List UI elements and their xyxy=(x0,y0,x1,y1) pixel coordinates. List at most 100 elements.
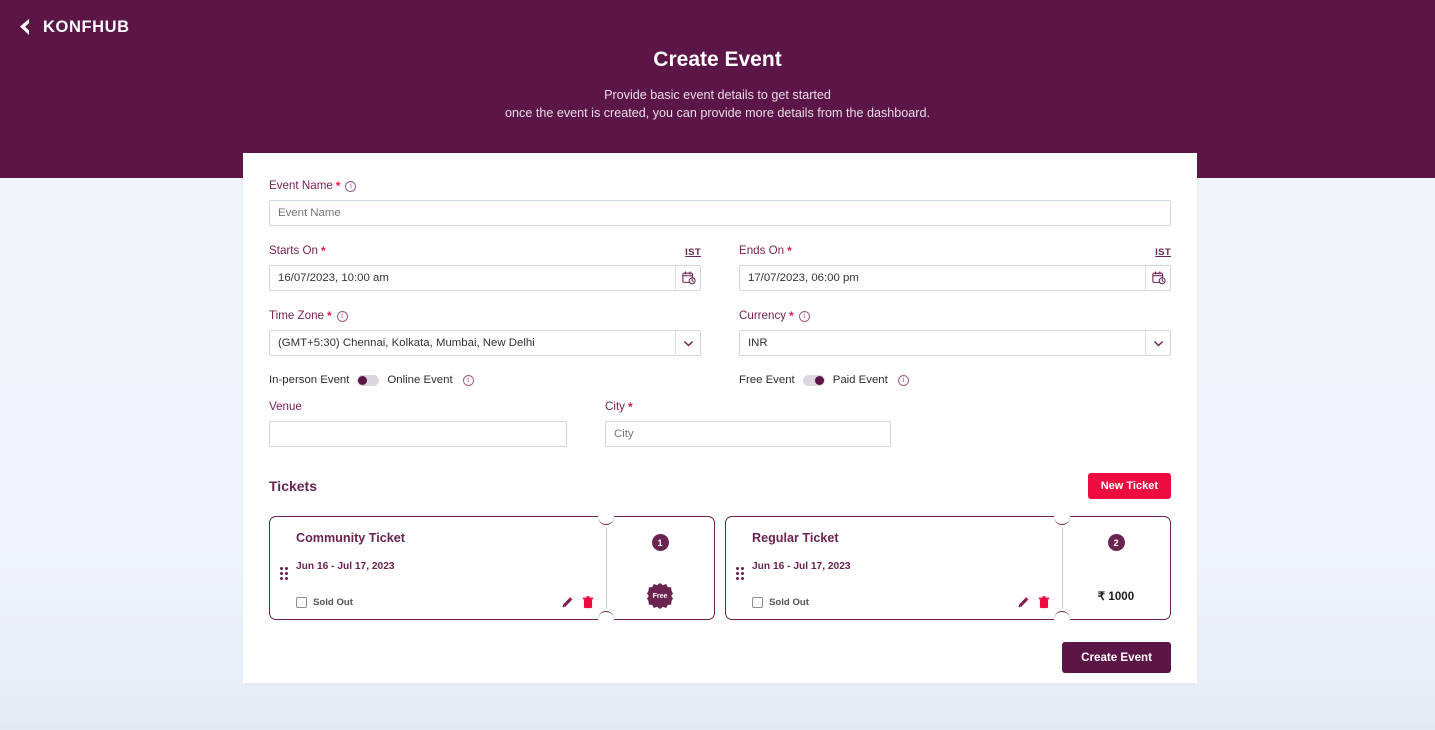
timezone-currency-row: Time Zone * i (GMT+5:30) Chennai, Kolkat… xyxy=(269,309,1171,356)
currency-select[interactable]: INR xyxy=(739,330,1171,356)
info-icon[interactable]: i xyxy=(798,310,810,322)
calendar-clock-icon[interactable] xyxy=(1145,265,1171,291)
ticket-free-badge: Free xyxy=(647,583,673,609)
sold-out-checkbox[interactable] xyxy=(296,597,307,608)
venue-city-row: Venue City * xyxy=(269,400,1171,447)
info-icon[interactable]: i xyxy=(336,310,348,322)
ends-on-field-group: Ends On * IST 17/07/2023, 06:00 pm xyxy=(739,244,1171,291)
required-marker: * xyxy=(335,179,341,193)
event-name-label-text: Event Name xyxy=(269,179,333,192)
venue-input[interactable] xyxy=(269,421,567,447)
page-subtitle-line1: Provide basic event details to get start… xyxy=(604,88,831,102)
sold-out-label: Sold Out xyxy=(769,597,809,608)
calendar-clock-icon[interactable] xyxy=(675,265,701,291)
venue-label-text: Venue xyxy=(269,400,302,413)
create-event-button[interactable]: Create Event xyxy=(1062,642,1171,673)
chevron-down-icon[interactable] xyxy=(675,330,701,356)
time-zone-select[interactable]: (GMT+5:30) Chennai, Kolkata, Mumbai, New… xyxy=(269,330,701,356)
toggle-knob xyxy=(358,375,368,385)
required-marker: * xyxy=(320,244,326,258)
required-marker: * xyxy=(787,244,792,258)
new-ticket-button[interactable]: New Ticket xyxy=(1087,473,1171,499)
ticket-actions xyxy=(561,596,594,609)
starts-on-input[interactable]: 16/07/2023, 10:00 am xyxy=(269,265,701,291)
sold-out-label: Sold Out xyxy=(313,597,353,608)
starts-on-timezone-badge[interactable]: IST xyxy=(685,247,701,258)
chevron-down-icon[interactable] xyxy=(1145,330,1171,356)
starts-on-label-text: Starts On xyxy=(269,244,318,257)
ticket-actions xyxy=(1017,596,1050,609)
time-zone-label: Time Zone * i xyxy=(269,309,701,323)
online-event-label: Online Event xyxy=(387,374,453,386)
ends-on-input[interactable]: 17/07/2023, 06:00 pm xyxy=(739,265,1171,291)
page-header-banner: KONFHUB Create Event Provide basic event… xyxy=(0,0,1435,178)
ticket-details: Community Ticket Jun 16 - Jul 17, 2023 S… xyxy=(270,517,606,619)
ends-on-timezone-badge[interactable]: IST xyxy=(1155,247,1171,258)
form-footer: Create Event xyxy=(269,642,1171,673)
ticket-card[interactable]: Regular Ticket Jun 16 - Jul 17, 2023 Sol… xyxy=(725,516,1171,620)
venue-label: Venue xyxy=(269,400,567,414)
sold-out-group: Sold Out xyxy=(296,597,353,608)
sold-out-group: Sold Out xyxy=(752,597,809,608)
ticket-stub: 1 Free xyxy=(606,517,714,619)
toggles-row: In-person Event Online Event i Free Even… xyxy=(269,374,1171,386)
drag-handle-icon[interactable] xyxy=(280,567,288,580)
ticket-dates: Jun 16 - Jul 17, 2023 xyxy=(752,561,851,572)
ticket-dates: Jun 16 - Jul 17, 2023 xyxy=(296,561,395,572)
currency-label-text: Currency xyxy=(739,309,787,322)
ticket-quantity-badge: 2 xyxy=(1107,534,1125,551)
event-name-input[interactable] xyxy=(269,200,1171,226)
city-label: City * xyxy=(605,400,891,414)
venue-field-group: Venue xyxy=(269,400,567,447)
city-input[interactable] xyxy=(605,421,891,447)
time-zone-label-text: Time Zone xyxy=(269,309,324,322)
tickets-heading: Tickets xyxy=(269,478,317,494)
page-subtitle: Provide basic event details to get start… xyxy=(0,86,1435,122)
edit-icon[interactable] xyxy=(561,596,574,609)
edit-icon[interactable] xyxy=(1017,596,1030,609)
sold-out-checkbox[interactable] xyxy=(752,597,763,608)
ticket-card[interactable]: Community Ticket Jun 16 - Jul 17, 2023 S… xyxy=(269,516,715,620)
ticket-name: Regular Ticket xyxy=(752,531,839,545)
tickets-list: Community Ticket Jun 16 - Jul 17, 2023 S… xyxy=(269,516,1171,620)
pricing-toggle[interactable] xyxy=(802,374,825,386)
ticket-details: Regular Ticket Jun 16 - Jul 17, 2023 Sol… xyxy=(726,517,1062,619)
event-name-label: Event Name * i xyxy=(269,179,1171,193)
page-title: Create Event xyxy=(653,48,782,71)
city-field-group: City * xyxy=(605,400,891,447)
starts-on-field-group: Starts On * IST 16/07/2023, 10:00 am xyxy=(269,244,701,291)
required-marker: * xyxy=(326,309,332,323)
ends-on-label-text: Ends On xyxy=(739,244,785,257)
konfhub-logo[interactable]: KONFHUB xyxy=(14,16,130,38)
paid-event-label: Paid Event xyxy=(832,374,888,386)
create-event-form-card: Event Name * i Starts On * IST xyxy=(243,153,1197,683)
required-marker: * xyxy=(627,400,633,414)
event-mode-toggle-group: In-person Event Online Event i xyxy=(269,374,701,386)
tickets-section-header: Tickets New Ticket xyxy=(269,473,1171,499)
free-event-label: Free Event xyxy=(739,374,795,386)
konfhub-logo-text: KONFHUB xyxy=(43,17,130,36)
in-person-event-label: In-person Event xyxy=(269,374,350,386)
page-subtitle-line2: once the event is created, you can provi… xyxy=(505,106,930,120)
date-row: Starts On * IST 16/07/2023, 10:00 am End… xyxy=(269,244,1171,291)
event-name-field-group: Event Name * i xyxy=(269,179,1171,226)
info-icon[interactable]: i xyxy=(345,180,357,192)
time-zone-field-group: Time Zone * i (GMT+5:30) Chennai, Kolkat… xyxy=(269,309,701,356)
ticket-quantity-badge: 1 xyxy=(651,534,669,551)
ticket-name: Community Ticket xyxy=(296,531,405,545)
toggle-knob xyxy=(814,375,824,385)
currency-field-group: Currency * i INR xyxy=(739,309,1171,356)
pricing-toggle-group: Free Event Paid Event i xyxy=(739,374,1171,386)
info-icon[interactable]: i xyxy=(897,374,909,386)
ticket-stub: 2 ₹ 1000 xyxy=(1062,517,1170,619)
event-mode-toggle[interactable] xyxy=(357,374,380,386)
starts-on-label: Starts On * xyxy=(269,244,326,258)
info-icon[interactable]: i xyxy=(462,374,474,386)
drag-handle-icon[interactable] xyxy=(736,567,744,580)
delete-icon[interactable] xyxy=(1038,596,1050,609)
ends-on-label: Ends On * xyxy=(739,244,792,258)
delete-icon[interactable] xyxy=(582,596,594,609)
konfhub-chevron-icon xyxy=(14,16,36,38)
required-marker: * xyxy=(789,309,794,323)
currency-label: Currency * i xyxy=(739,309,1171,323)
